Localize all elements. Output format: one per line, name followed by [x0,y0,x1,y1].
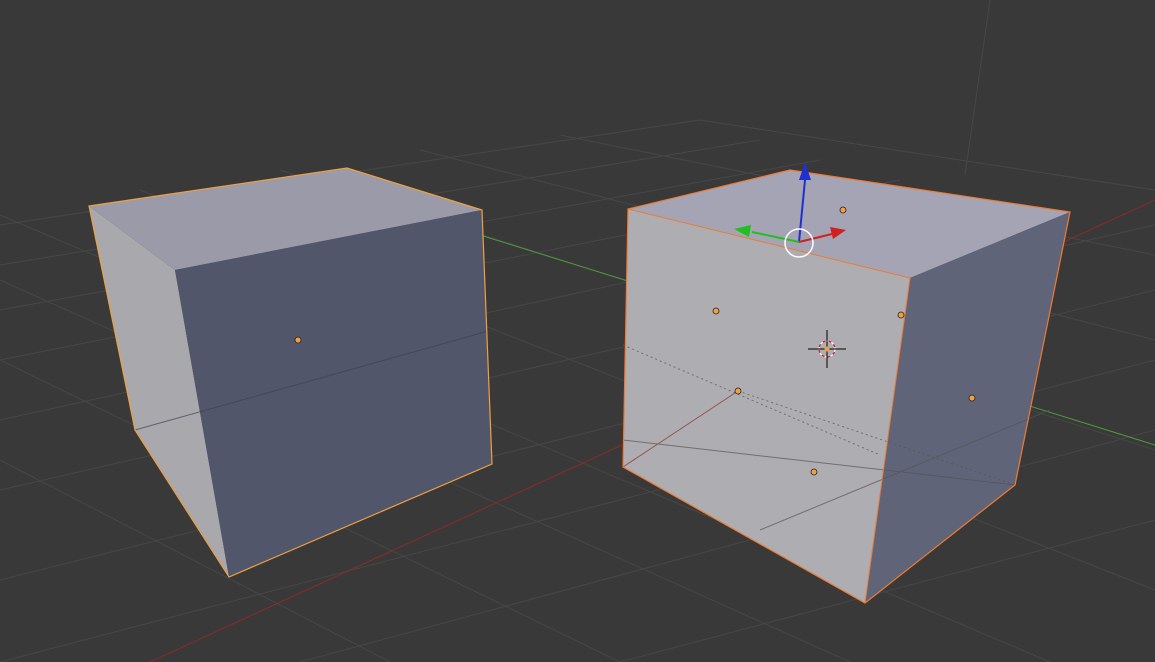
face-dot-bottom[interactable] [810,468,818,476]
face-dot-right[interactable] [897,311,905,319]
face-dot-side[interactable] [968,394,976,402]
face-dot-top[interactable] [839,206,847,214]
viewport-canvas[interactable] [0,0,1155,662]
3d-viewport[interactable] [0,0,1155,662]
face-dot-back[interactable] [734,387,742,395]
face-dot-front[interactable] [712,307,720,315]
origin-dot-icon [294,336,302,344]
